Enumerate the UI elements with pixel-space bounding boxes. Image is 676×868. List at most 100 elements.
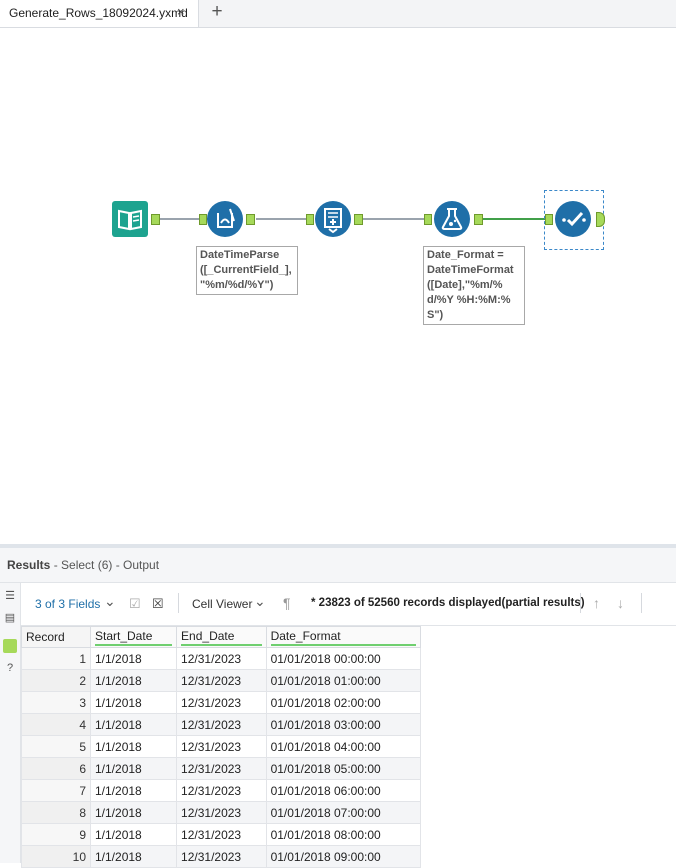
record-number-cell[interactable]: 6 — [21, 757, 91, 780]
record-number-cell[interactable]: 4 — [21, 713, 91, 736]
header-label: Start_Date — [95, 628, 153, 643]
table-cell[interactable]: 1/1/2018 — [89, 735, 178, 758]
record-number-cell[interactable]: 10 — [21, 845, 91, 868]
table-cell[interactable]: 12/31/2023 — [176, 713, 267, 736]
list-icon[interactable]: ☰ — [3, 589, 17, 603]
arrow-down-icon[interactable]: ↓ — [617, 595, 624, 611]
table-cell[interactable]: 1/1/2018 — [89, 757, 178, 780]
workflow-canvas[interactable]: DateTimeParse ([_CurrentField_], "%m/%d/… — [0, 28, 676, 544]
table-cell[interactable]: 01/01/2018 08:00:00 — [265, 823, 422, 846]
help-icon[interactable]: ? — [3, 661, 17, 675]
table-cell[interactable]: 1/1/2018 — [89, 647, 178, 670]
generate-rows-tool[interactable] — [315, 201, 351, 237]
deselect-icon[interactable]: ☒ — [152, 596, 164, 612]
column-header-record[interactable]: Record — [21, 626, 91, 648]
record-number-cell[interactable]: 1 — [21, 647, 91, 670]
tab-title[interactable]: Generate_Rows_18092024.yxmd — [9, 6, 188, 20]
input-anchor[interactable] — [424, 214, 432, 225]
table-cell[interactable]: 1/1/2018 — [89, 691, 178, 714]
record-number-cell[interactable]: 9 — [21, 823, 91, 846]
record-number-cell[interactable]: 2 — [21, 669, 91, 692]
close-icon[interactable]: × — [177, 4, 185, 19]
table-row[interactable]: 7 1/1/2018 12/31/2023 01/01/2018 06:00:00 — [21, 779, 422, 802]
table-cell[interactable]: 1/1/2018 — [89, 779, 178, 802]
table-cell[interactable]: 1/1/2018 — [89, 823, 178, 846]
record-number-cell[interactable]: 5 — [21, 735, 91, 758]
results-header: Results - Select (6) - Output — [0, 548, 676, 583]
table-cell[interactable]: 01/01/2018 05:00:00 — [265, 757, 422, 780]
table-cell[interactable]: 12/31/2023 — [176, 691, 267, 714]
input-anchor[interactable] — [306, 214, 314, 225]
table-row[interactable]: 6 1/1/2018 12/31/2023 01/01/2018 05:00:00 — [21, 757, 422, 780]
results-label: Results — [7, 558, 51, 572]
record-number-cell[interactable]: 8 — [21, 801, 91, 824]
table-cell[interactable]: 01/01/2018 01:00:00 — [265, 669, 422, 692]
datetime-tool[interactable] — [207, 201, 243, 237]
table-cell[interactable]: 1/1/2018 — [89, 669, 178, 692]
column-header-date-format[interactable]: Date_Format — [265, 626, 422, 648]
chevron-down-icon[interactable]: ⌄ — [104, 593, 116, 610]
connection — [360, 218, 430, 220]
table-row[interactable]: 4 1/1/2018 12/31/2023 01/01/2018 03:00:00 — [21, 713, 422, 736]
table-cell[interactable]: 12/31/2023 — [176, 823, 267, 846]
column-header-end-date[interactable]: End_Date — [176, 626, 267, 648]
input-data-tool[interactable] — [112, 201, 148, 237]
table-cell[interactable]: 12/31/2023 — [176, 845, 267, 868]
header-label: Record — [26, 630, 65, 644]
connection-selected — [483, 218, 545, 220]
header-indicator — [95, 643, 173, 646]
metadata-icon[interactable]: ▤ — [3, 611, 17, 625]
table-cell[interactable]: 01/01/2018 04:00:00 — [265, 735, 422, 758]
workflow-tab[interactable]: Generate_Rows_18092024.yxmd × — [0, 0, 199, 27]
output-anchor[interactable] — [151, 214, 160, 225]
input-anchor[interactable] — [199, 214, 207, 225]
pilcrow-icon[interactable]: ¶ — [283, 595, 291, 611]
select-icon — [562, 211, 586, 227]
table-cell[interactable]: 1/1/2018 — [89, 801, 178, 824]
check-icon[interactable]: ☑ — [129, 596, 141, 612]
table-cell[interactable]: 12/31/2023 — [176, 669, 267, 692]
table-cell[interactable]: 12/31/2023 — [176, 735, 267, 758]
input-data-icon — [118, 209, 142, 231]
table-row[interactable]: 3 1/1/2018 12/31/2023 01/01/2018 02:00:00 — [21, 691, 422, 714]
output-anchor[interactable] — [474, 214, 483, 225]
annotation-line: "%m/%d/%Y") — [200, 279, 274, 291]
table-row[interactable]: 5 1/1/2018 12/31/2023 01/01/2018 04:00:00 — [21, 735, 422, 758]
table-cell[interactable]: 01/01/2018 07:00:00 — [265, 801, 422, 824]
table-row[interactable]: 9 1/1/2018 12/31/2023 01/01/2018 08:00:00 — [21, 823, 422, 846]
chevron-down-icon[interactable]: ⌄ — [254, 593, 266, 610]
table-cell[interactable]: 01/01/2018 09:00:00 — [265, 845, 422, 868]
annotation-line: d/%Y %H:%M:% — [427, 294, 511, 306]
table-cell[interactable]: 01/01/2018 00:00:00 — [265, 647, 422, 670]
output-anchor[interactable] — [246, 214, 255, 225]
table-cell[interactable]: 01/01/2018 03:00:00 — [265, 713, 422, 736]
record-number-cell[interactable]: 3 — [21, 691, 91, 714]
cell-viewer-dropdown[interactable]: Cell Viewer — [192, 597, 252, 611]
table-cell[interactable]: 01/01/2018 02:00:00 — [265, 691, 422, 714]
table-row[interactable]: 8 1/1/2018 12/31/2023 01/01/2018 07:00:00 — [21, 801, 422, 824]
fields-dropdown[interactable]: 3 of 3 Fields — [35, 597, 100, 611]
table-cell[interactable]: 12/31/2023 — [176, 647, 267, 670]
table-row[interactable]: 1 1/1/2018 12/31/2023 01/01/2018 00:00:00 — [21, 647, 422, 670]
input-anchor[interactable] — [545, 214, 553, 225]
select-tool[interactable] — [555, 201, 591, 237]
output-anchor[interactable] — [596, 212, 605, 227]
table-cell[interactable]: 1/1/2018 — [89, 713, 178, 736]
add-tab-button[interactable]: + — [206, 1, 228, 25]
annotation-line: S") — [427, 309, 444, 321]
table-cell[interactable]: 12/31/2023 — [176, 757, 267, 780]
arrow-up-icon[interactable]: ↑ — [593, 595, 600, 611]
table-row[interactable]: 10 1/1/2018 12/31/2023 01/01/2018 09:00:00 — [21, 845, 422, 868]
output-anchor[interactable] — [354, 214, 363, 225]
formula-tool[interactable] — [434, 201, 470, 237]
table-cell[interactable]: 12/31/2023 — [176, 779, 267, 802]
record-number-cell[interactable]: 7 — [21, 779, 91, 802]
data-anchor-icon[interactable] — [3, 639, 17, 653]
table-row[interactable]: 2 1/1/2018 12/31/2023 01/01/2018 01:00:00 — [21, 669, 422, 692]
table-cell[interactable]: 01/01/2018 06:00:00 — [265, 779, 422, 802]
table-cell[interactable]: 12/31/2023 — [176, 801, 267, 824]
column-header-start-date[interactable]: Start_Date — [89, 626, 178, 648]
datetime-annotation: DateTimeParse ([_CurrentField_], "%m/%d/… — [196, 246, 298, 295]
table-cell[interactable]: 1/1/2018 — [89, 845, 178, 868]
records-status: * 23823 of 52560 records displayed(parti… — [311, 597, 585, 609]
